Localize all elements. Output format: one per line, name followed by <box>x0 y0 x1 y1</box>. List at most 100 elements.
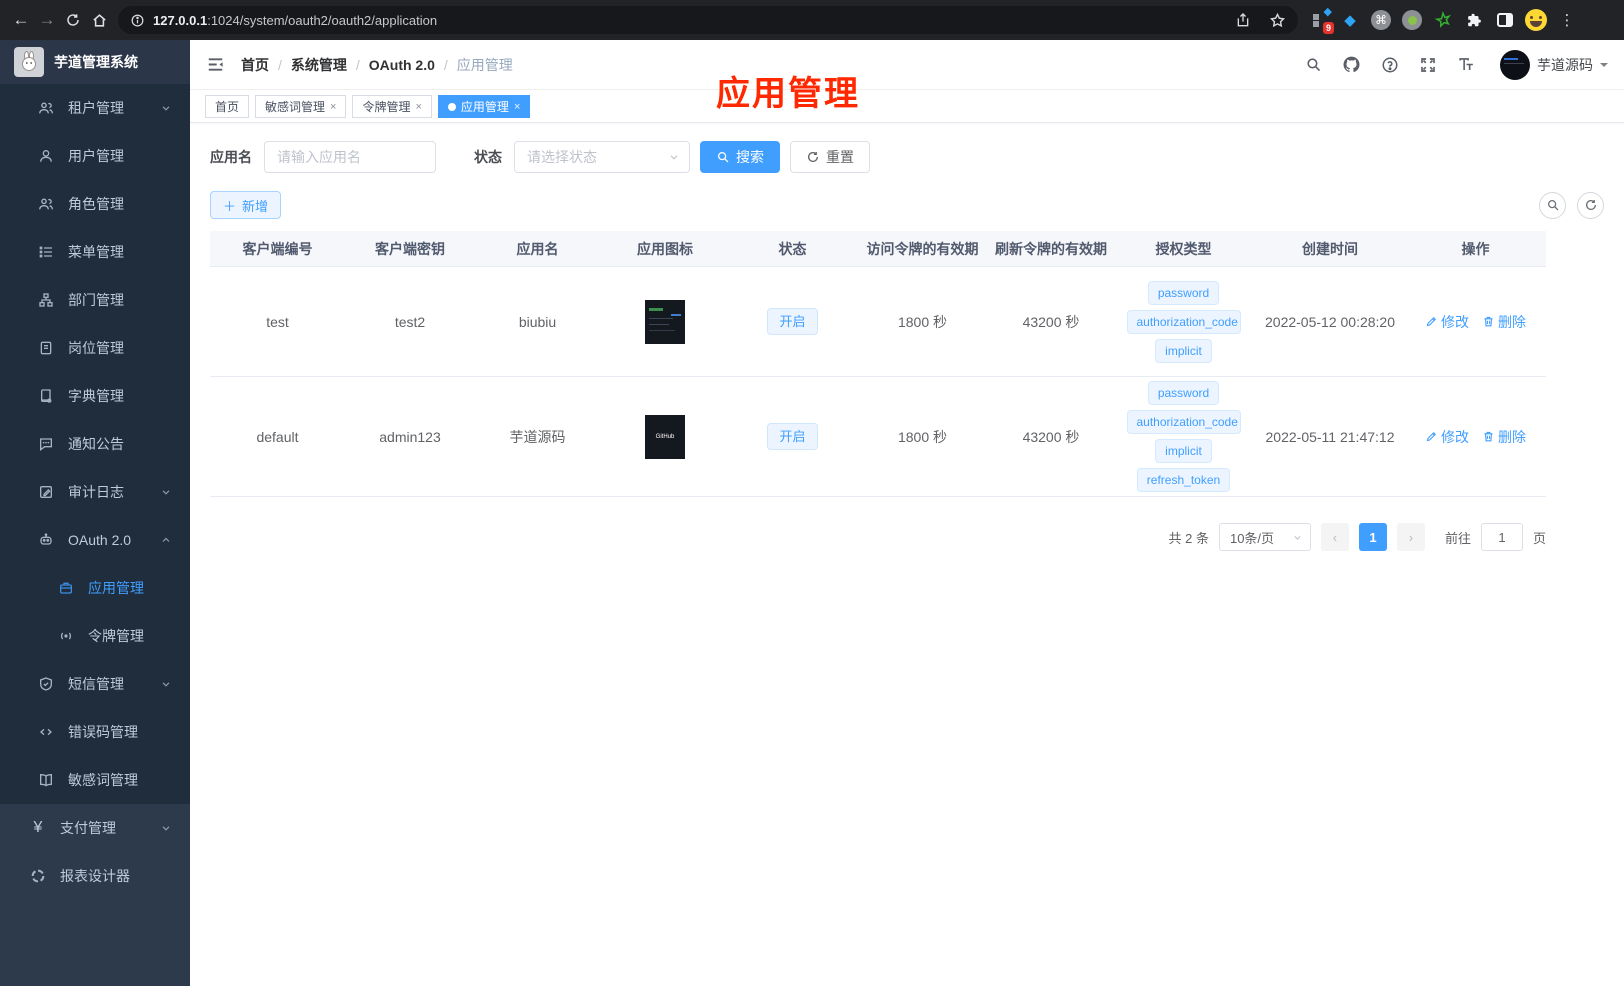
browser-back-button[interactable]: ← <box>8 7 34 33</box>
prev-page-button[interactable]: ‹ <box>1320 523 1349 551</box>
robot-icon <box>38 532 54 548</box>
sidebar-item-dept[interactable]: 部门管理 <box>0 276 190 324</box>
cell-app-name: 芋道源码 <box>509 428 566 445</box>
breadcrumb-system[interactable]: 系统管理 <box>291 55 347 75</box>
sidebar-item-oauth[interactable]: OAuth 2.0 <box>0 516 190 564</box>
sidebar-item-role[interactable]: 角色管理 <box>0 180 190 228</box>
sidebar-item-oauth-token[interactable]: 令牌管理 <box>0 612 190 660</box>
url-text: 127.0.0.1:1024/system/oauth2/oauth2/appl… <box>153 12 438 28</box>
browser-forward-button[interactable]: → <box>34 7 60 33</box>
sidebar-item-dict[interactable]: 字典管理 <box>0 372 190 420</box>
sidebar-item-sms[interactable]: 短信管理 <box>0 660 190 708</box>
sidebar-item-sensitiveword[interactable]: 敏感词管理 <box>0 756 190 804</box>
report-icon <box>30 868 46 884</box>
github-icon[interactable] <box>1342 55 1361 74</box>
sidebar-item-errorcode[interactable]: 错误码管理 <box>0 708 190 756</box>
delete-link[interactable]: 删除 <box>1482 312 1526 332</box>
bookmark-star-icon[interactable] <box>1269 12 1286 29</box>
close-icon[interactable]: × <box>330 101 336 113</box>
extensions-puzzle-icon[interactable] <box>1463 9 1485 31</box>
org-tree-icon <box>38 292 54 308</box>
app-name-label: 应用名 <box>210 149 252 165</box>
close-icon[interactable]: × <box>415 101 421 113</box>
grant-type-tags: password authorization_code implicit <box>1126 280 1241 363</box>
fullscreen-icon[interactable] <box>1419 56 1437 74</box>
trash-icon <box>1482 430 1495 443</box>
site-info-icon[interactable] <box>130 13 145 28</box>
profile-avatar-icon[interactable] <box>1525 9 1547 31</box>
recorder-extension-icon[interactable] <box>1401 9 1423 31</box>
user-dropdown[interactable]: 芋道源码 <box>1500 49 1608 80</box>
search-button[interactable]: 搜索 <box>700 141 780 173</box>
address-bar[interactable]: 127.0.0.1:1024/system/oauth2/oauth2/appl… <box>118 6 1298 34</box>
pagination: 共 2 条 10条/页 ‹ 1 › 前往 页 <box>210 523 1546 551</box>
grant-type-tags: password authorization_code implicit ref… <box>1126 381 1241 492</box>
browser-menu-icon[interactable]: ⋮ <box>1556 9 1578 31</box>
sidebar: 芋道管理系统 租户管理 用户管理 角色管理 菜单管理 部门管理 岗位管理 字典管… <box>0 40 190 986</box>
table-row: default admin123 芋道源码 GitHub 开启 1800 秒 4… <box>210 377 1546 497</box>
sidebar-item-pay[interactable]: ¥ 支付管理 <box>0 804 190 852</box>
users-icon <box>38 100 54 116</box>
gem-extension-icon[interactable]: ◆ <box>1339 9 1361 31</box>
refresh-icon <box>806 150 820 164</box>
sidebar-item-reportdesigner[interactable]: 报表设计器 <box>0 852 190 900</box>
page-size-select[interactable]: 10条/页 <box>1218 523 1311 551</box>
avatar <box>1500 49 1530 80</box>
browser-reload-button[interactable] <box>60 7 86 33</box>
sidebar-item-tenant[interactable]: 租户管理 <box>0 84 190 132</box>
extension-grid-icon[interactable]: ◆ 9 <box>1308 6 1334 34</box>
browser-home-button[interactable] <box>86 7 112 33</box>
current-page-button[interactable]: 1 <box>1358 523 1387 551</box>
plus-icon: ＋ <box>223 198 237 214</box>
sidebar-item-auditlog[interactable]: 审计日志 <box>0 468 190 516</box>
active-tab-dot <box>447 102 456 111</box>
role-icon <box>38 196 54 212</box>
chevron-up-icon <box>160 534 172 546</box>
sidebar-logo[interactable]: 芋道管理系统 <box>0 40 190 84</box>
sidebar-item-notice[interactable]: 通知公告 <box>0 420 190 468</box>
command-extension-icon[interactable]: ⌘ <box>1370 9 1392 31</box>
sidebar-item-user[interactable]: 用户管理 <box>0 132 190 180</box>
message-icon <box>38 436 54 452</box>
share-icon[interactable] <box>1235 12 1251 28</box>
browser-extensions: ◆ 9 ◆ ⌘ ⋮ <box>1308 6 1578 34</box>
logo-image <box>14 47 44 77</box>
briefcase-icon <box>58 580 74 596</box>
top-navbar: 首页 / 系统管理 / OAuth 2.0/ 应用管理 芋道源码 <box>190 40 1624 90</box>
close-icon[interactable]: × <box>514 101 520 113</box>
hamburger-icon[interactable] <box>206 55 225 74</box>
chevron-down-icon <box>160 486 172 498</box>
tab-home[interactable]: 首页 <box>205 95 250 118</box>
tab-sensitiveword[interactable]: 敏感词管理 × <box>255 95 347 118</box>
refresh-table-button[interactable] <box>1577 191 1604 219</box>
breadcrumb-oauth[interactable]: OAuth 2.0 <box>369 57 435 73</box>
breadcrumb-home[interactable]: 首页 <box>241 55 269 75</box>
toggle-search-button[interactable] <box>1539 191 1566 219</box>
next-page-button[interactable]: › <box>1396 523 1425 551</box>
sidebar-item-oauth-application[interactable]: 应用管理 <box>0 564 190 612</box>
delete-link[interactable]: 删除 <box>1482 427 1526 447</box>
status-select[interactable]: 请选择状态 <box>514 141 690 173</box>
search-icon <box>1546 198 1560 212</box>
app-name-input[interactable] <box>264 141 436 173</box>
sidebar-item-post[interactable]: 岗位管理 <box>0 324 190 372</box>
badge-icon <box>38 340 54 356</box>
cell-access-ttl: 1800 秒 <box>897 313 948 330</box>
username: 芋道源码 <box>1537 56 1593 73</box>
page-content: 应用名 状态 请选择状态 搜索 重置 ＋新增 客户端编号 <box>190 123 1624 986</box>
reset-button[interactable]: 重置 <box>790 141 870 173</box>
add-button[interactable]: ＋新增 <box>210 191 282 219</box>
side-panel-icon[interactable] <box>1494 9 1516 31</box>
cell-client-secret: test2 <box>394 313 426 330</box>
help-icon[interactable] <box>1381 56 1399 74</box>
sidebar-item-menu[interactable]: 菜单管理 <box>0 228 190 276</box>
edit-link[interactable]: 修改 <box>1425 312 1469 332</box>
tab-application[interactable]: 应用管理 × <box>437 95 531 118</box>
sidebar-menu: 租户管理 用户管理 角色管理 菜单管理 部门管理 岗位管理 字典管理 通知公告 … <box>0 84 190 804</box>
goto-page-input[interactable] <box>1480 523 1523 551</box>
font-size-icon[interactable] <box>1457 55 1476 74</box>
tab-token[interactable]: 令牌管理 × <box>352 95 432 118</box>
edit-link[interactable]: 修改 <box>1425 427 1469 447</box>
header-search-icon[interactable] <box>1305 56 1322 73</box>
green-star-extension-icon[interactable] <box>1432 9 1454 31</box>
